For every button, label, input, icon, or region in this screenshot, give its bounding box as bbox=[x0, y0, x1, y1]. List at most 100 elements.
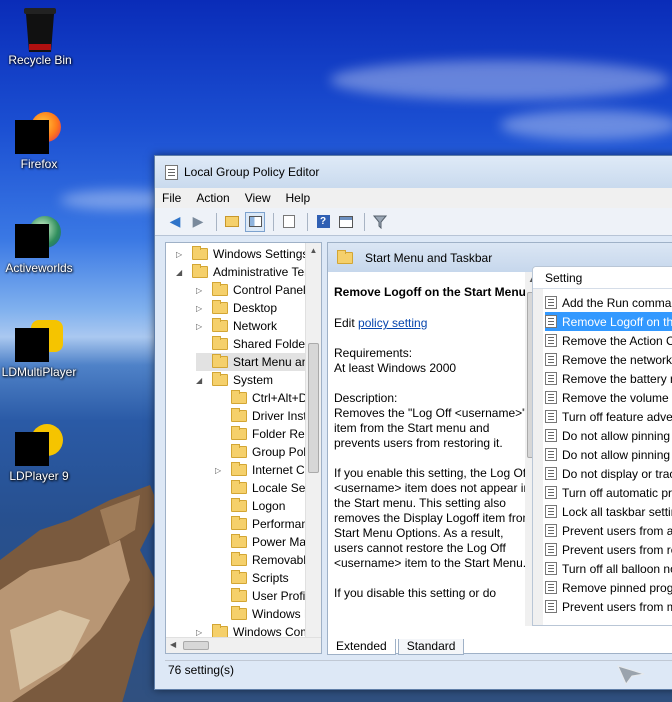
menu-file[interactable]: File bbox=[162, 191, 181, 205]
setting-name: Remove pinned programs from the Taskbar bbox=[562, 580, 672, 595]
tree-item[interactable]: Shared Folders bbox=[196, 335, 315, 353]
details-pane: Start Menu and Taskbar Remove Logoff on … bbox=[327, 242, 672, 654]
menu-action[interactable]: Action bbox=[196, 191, 229, 205]
scrollbar-thumb[interactable] bbox=[308, 343, 319, 473]
folder-icon bbox=[192, 264, 208, 278]
cloud bbox=[500, 110, 672, 140]
tab-extended[interactable]: Extended bbox=[327, 639, 396, 655]
setting-row[interactable]: Remove pinned programs from the Taskbar bbox=[545, 578, 672, 597]
tree-item[interactable]: ◢Administrative Templates bbox=[176, 263, 321, 281]
folder-icon bbox=[231, 444, 247, 458]
show-hide-tree-icon[interactable] bbox=[245, 211, 265, 232]
folder-icon bbox=[231, 552, 247, 566]
details-header-title: Start Menu and Taskbar bbox=[365, 250, 493, 265]
policy-setting-icon bbox=[545, 600, 557, 613]
tree-item[interactable]: ▷ Desktop bbox=[196, 299, 277, 317]
settings-list: Setting Add the Run command to the Start… bbox=[532, 266, 672, 626]
menu-bar: File Action View Help bbox=[155, 188, 672, 208]
expand-arrow-icon[interactable]: ◢ bbox=[196, 376, 206, 385]
setting-row[interactable]: Do not allow pinning items in Jump Lists bbox=[545, 445, 672, 464]
setting-row[interactable]: Prevent users from adding or removing to… bbox=[545, 521, 672, 540]
tab-standard[interactable]: Standard bbox=[397, 639, 465, 655]
tree-item-label: Windows Settings bbox=[213, 247, 309, 261]
setting-row[interactable]: Add the Run command to the Start Menu bbox=[545, 293, 672, 312]
setting-row[interactable]: Prevent users from moving taskbar to ano… bbox=[545, 597, 672, 616]
setting-row[interactable]: Do not allow pinning Store app to the Ta… bbox=[545, 426, 672, 445]
folder-icon bbox=[231, 534, 247, 548]
filter-icon[interactable] bbox=[370, 212, 390, 232]
tree-item[interactable]: Logon bbox=[215, 497, 285, 515]
desktop-icon-firefox[interactable]: Firefox bbox=[0, 110, 79, 171]
tree-item[interactable]: ◢ System bbox=[196, 371, 273, 389]
title-bar[interactable]: Local Group Policy Editor bbox=[155, 156, 672, 188]
tree-item[interactable]: ▷ Windows Settings bbox=[176, 245, 308, 263]
policy-setting-icon bbox=[545, 467, 557, 480]
expand-arrow-icon[interactable]: ▷ bbox=[215, 466, 225, 475]
scrollbar-thumb[interactable] bbox=[183, 641, 209, 650]
activeworlds-icon bbox=[15, 214, 61, 258]
folder-icon bbox=[212, 354, 228, 368]
desktop-icon-ldmultiplayer[interactable]: LDMultiPlayer bbox=[0, 318, 79, 379]
folder-icon bbox=[231, 462, 247, 476]
setting-row[interactable]: Turn off automatic promotion of notifica… bbox=[545, 483, 672, 502]
folder-icon bbox=[192, 246, 208, 260]
mouse-cursor bbox=[617, 665, 645, 685]
desktop-icon-activeworlds[interactable]: Activeworlds bbox=[0, 214, 79, 275]
setting-row[interactable]: Remove the Action Center icon bbox=[545, 331, 672, 350]
policy-description: Remove Logoff on the Start Menu Edit pol… bbox=[328, 272, 542, 626]
status-bar: 76 setting(s) bbox=[165, 660, 672, 680]
setting-row[interactable]: Remove the volume control icon bbox=[545, 388, 672, 407]
setting-row[interactable]: Remove the networking icon bbox=[545, 350, 672, 369]
folder-icon bbox=[337, 249, 353, 264]
back-icon[interactable]: ◀ bbox=[165, 212, 185, 232]
properties-icon[interactable] bbox=[336, 212, 356, 232]
policy-setting-icon bbox=[545, 448, 557, 461]
policy-setting-icon bbox=[545, 486, 557, 499]
edit-policy-link[interactable]: policy setting bbox=[358, 316, 427, 330]
policy-setting-icon bbox=[545, 391, 557, 404]
description-block: Description: Removes the "Log Off <userna… bbox=[334, 391, 536, 451]
setting-row[interactable]: Remove the battery meter bbox=[545, 369, 672, 388]
tree-item-label: Desktop bbox=[233, 301, 278, 315]
expand-arrow-icon[interactable]: ◢ bbox=[176, 268, 186, 277]
setting-row[interactable]: Remove Logoff on the Start Menu bbox=[545, 312, 672, 331]
expand-arrow-icon[interactable]: ▷ bbox=[196, 628, 206, 637]
expand-arrow-icon[interactable]: ▷ bbox=[196, 322, 206, 331]
setting-name: Remove the networking icon bbox=[562, 352, 672, 367]
tree-item[interactable]: ▷ Control Panel bbox=[196, 281, 306, 299]
setting-name: Turn off feature advertisement balloon n… bbox=[562, 409, 672, 424]
tree-vertical-scrollbar[interactable]: ▲ bbox=[305, 243, 321, 653]
menu-view[interactable]: View bbox=[245, 191, 271, 205]
expand-arrow-icon[interactable]: ▷ bbox=[196, 286, 206, 295]
tree-item[interactable]: Start Menu and Taskbar bbox=[196, 353, 321, 371]
column-header-setting[interactable]: Setting bbox=[533, 267, 672, 289]
help-icon[interactable]: ? bbox=[313, 212, 333, 232]
expand-arrow-icon[interactable]: ▷ bbox=[196, 304, 206, 313]
desktop-icon-label: LDMultiPlayer bbox=[1, 365, 77, 379]
export-icon[interactable] bbox=[279, 212, 299, 232]
setting-row[interactable]: Do not display or track items in Jump Li… bbox=[545, 464, 672, 483]
forward-icon[interactable]: ▶ bbox=[188, 212, 208, 232]
folder-icon bbox=[212, 300, 228, 314]
setting-row[interactable]: Lock all taskbar settings bbox=[545, 502, 672, 521]
ldmultiplayer-icon bbox=[15, 318, 63, 362]
setting-row[interactable]: Turn off all balloon notifications bbox=[545, 559, 672, 578]
tree-horizontal-scrollbar[interactable]: ◀ bbox=[166, 637, 321, 653]
setting-row[interactable]: Prevent users from rearranging toolbars bbox=[545, 540, 672, 559]
policy-setting-icon bbox=[545, 334, 557, 347]
tree-item[interactable]: ▷ Network bbox=[196, 317, 277, 335]
list-left-scrollbar[interactable] bbox=[533, 289, 543, 625]
setting-row[interactable]: Turn off feature advertisement balloon n… bbox=[545, 407, 672, 426]
desktop-icon-recycle-bin[interactable]: Recycle Bin bbox=[0, 6, 80, 67]
tree-item[interactable]: Scripts bbox=[215, 569, 289, 587]
up-folder-icon[interactable] bbox=[222, 212, 242, 232]
folder-icon bbox=[231, 426, 247, 440]
tree-item-label: Control Panel bbox=[233, 283, 306, 297]
folder-icon bbox=[231, 516, 247, 530]
expand-arrow-icon[interactable]: ▷ bbox=[176, 250, 186, 259]
policy-setting-icon bbox=[545, 429, 557, 442]
setting-name: Do not allow pinning Store app to the Ta… bbox=[562, 428, 672, 443]
menu-help[interactable]: Help bbox=[286, 191, 311, 205]
desktop-icon-ldplayer[interactable]: LDPlayer 9 bbox=[0, 422, 79, 483]
setting-name: Lock all taskbar settings bbox=[562, 504, 672, 519]
